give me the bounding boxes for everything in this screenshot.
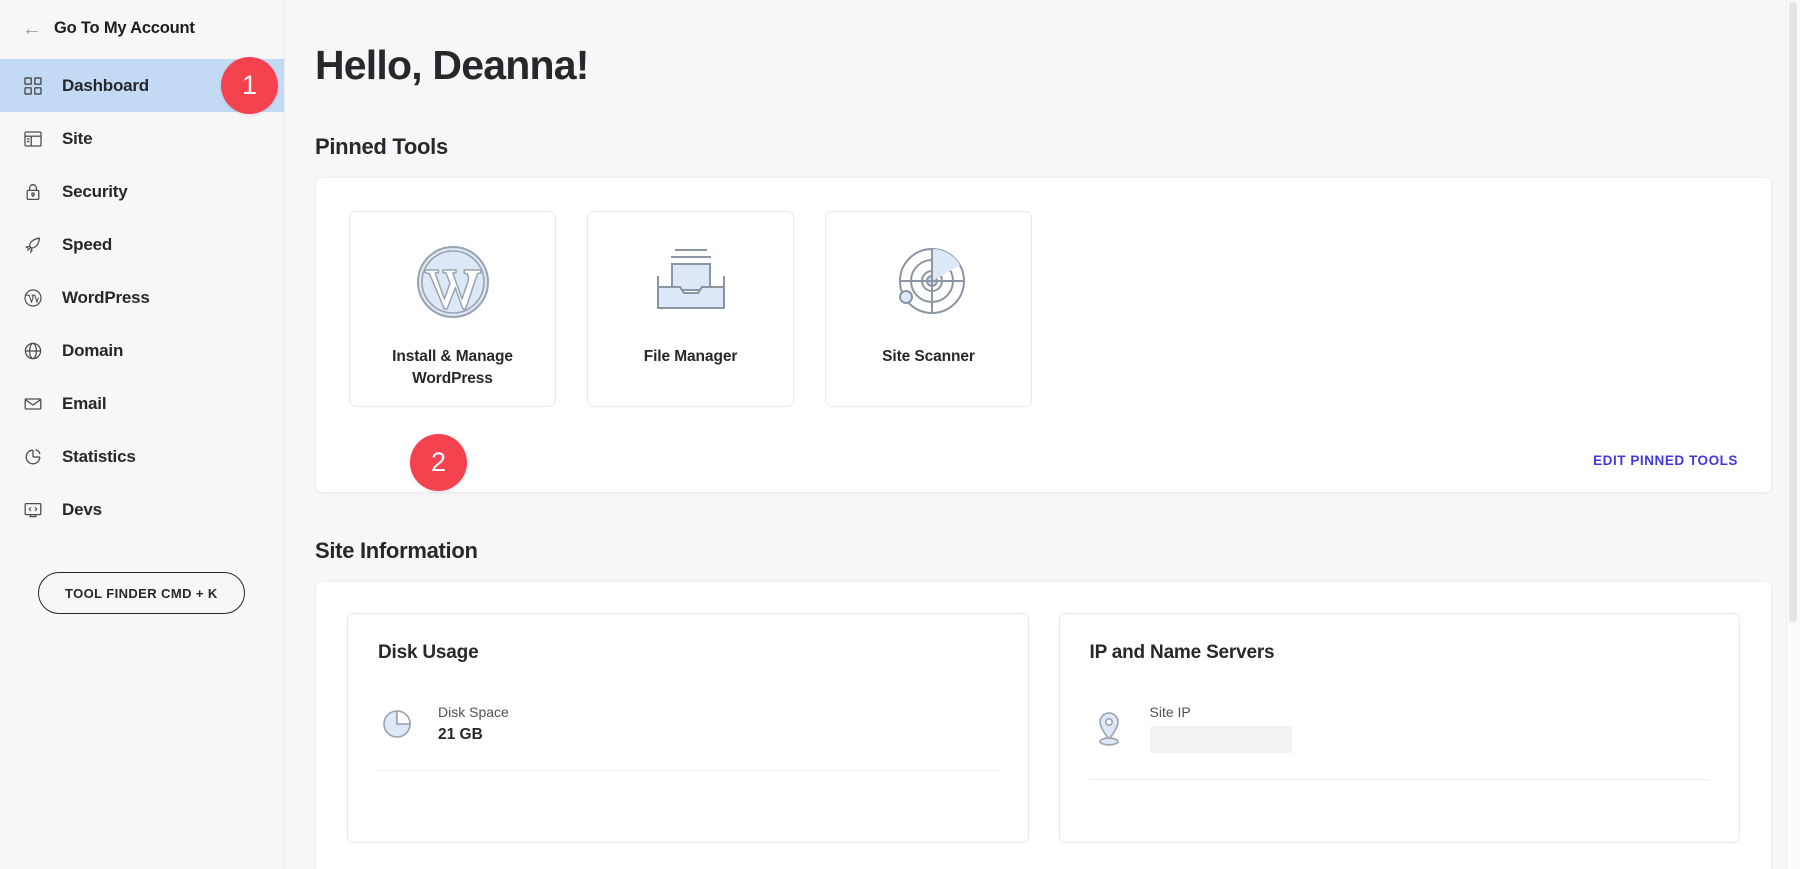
sidebar-item-statistics[interactable]: Statistics — [0, 430, 284, 483]
sidebar-item-label: Security — [62, 182, 128, 202]
go-to-my-account-label: Go To My Account — [54, 19, 195, 38]
envelope-icon — [22, 393, 44, 415]
page-title: Hello, Deanna! — [315, 0, 1772, 89]
site-ip-value — [1150, 726, 1292, 753]
sidebar-item-label: Site — [62, 129, 92, 149]
tool-card-label: Install & Manage WordPress — [378, 346, 528, 391]
sidebar-item-label: WordPress — [62, 288, 150, 308]
sidebar-item-security[interactable]: Security — [0, 165, 284, 218]
rocket-icon — [22, 234, 44, 256]
ip-name-servers-heading: IP and Name Servers — [1090, 642, 1710, 664]
lock-icon — [22, 181, 44, 203]
site-ip-row: Site IP — [1090, 704, 1710, 779]
annotation-badge-2: 2 — [410, 434, 467, 491]
app-root: ← Go To My Account Dashboard — [0, 0, 1800, 869]
tool-card-label: File Manager — [616, 346, 766, 368]
site-information-panel: Disk Usage Disk Space 21 GB — [315, 581, 1772, 869]
disk-usage-card: Disk Usage Disk Space 21 GB — [347, 613, 1029, 843]
sidebar-item-speed[interactable]: Speed — [0, 218, 284, 271]
tool-card-site-scanner[interactable]: Site Scanner — [825, 211, 1032, 407]
grid-icon — [22, 75, 44, 97]
sidebar-item-label: Devs — [62, 500, 102, 520]
code-icon — [22, 499, 44, 521]
ip-name-servers-divider — [1090, 779, 1710, 780]
pinned-tools-panel: Install & Manage WordPress — [315, 177, 1772, 493]
site-ip-text: Site IP — [1150, 704, 1292, 753]
sidebar-item-wordpress[interactable]: WordPress — [0, 271, 284, 324]
edit-pinned-tools-link[interactable]: EDIT PINNED TOOLS — [1593, 453, 1738, 468]
ip-name-servers-card: IP and Name Servers Site IP — [1059, 613, 1741, 843]
scrollbar-thumb[interactable] — [1789, 2, 1797, 622]
disk-space-value: 21 GB — [438, 726, 509, 744]
disk-space-label: Disk Space — [438, 704, 509, 720]
sidebar-item-label: Speed — [62, 235, 112, 255]
tool-card-file-manager[interactable]: File Manager — [587, 211, 794, 407]
tool-card-label: Site Scanner — [854, 346, 1004, 368]
edit-pinned-tools-row: EDIT PINNED TOOLS — [349, 453, 1738, 468]
sidebar-item-domain[interactable]: Domain — [0, 324, 284, 377]
sidebar-item-label: Email — [62, 394, 106, 414]
page-scrollbar[interactable] — [1786, 0, 1800, 869]
sidebar-item-email[interactable]: Email — [0, 377, 284, 430]
globe-icon — [22, 340, 44, 362]
disk-usage-heading: Disk Usage — [378, 642, 998, 664]
sidebar-item-label: Domain — [62, 341, 123, 361]
pie-slice-icon — [378, 704, 416, 744]
site-ip-label: Site IP — [1150, 704, 1292, 720]
go-to-my-account-link[interactable]: ← Go To My Account — [0, 0, 284, 57]
browser-icon — [22, 128, 44, 150]
tool-finder-button[interactable]: TOOL FINDER CMD + K — [38, 572, 245, 614]
pinned-tools-title: Pinned Tools — [315, 134, 1772, 160]
main-content: Hello, Deanna! Pinned Tools Install & Ma… — [285, 0, 1800, 869]
sidebar-item-devs[interactable]: Devs — [0, 483, 284, 536]
folder-tray-icon — [646, 234, 736, 330]
site-information-grid: Disk Usage Disk Space 21 GB — [316, 582, 1771, 869]
sidebar-nav: Dashboard Site — [0, 57, 284, 536]
sidebar-item-site[interactable]: Site — [0, 112, 284, 165]
disk-space-text: Disk Space 21 GB — [438, 704, 509, 744]
site-information-title: Site Information — [315, 538, 1772, 564]
sidebar: ← Go To My Account Dashboard — [0, 0, 285, 869]
wordpress-icon — [22, 287, 44, 309]
arrow-left-icon: ← — [22, 19, 42, 39]
map-pin-icon — [1090, 709, 1128, 749]
radar-icon — [886, 234, 972, 330]
sidebar-item-label: Statistics — [62, 447, 136, 467]
pinned-tools-row: Install & Manage WordPress — [349, 211, 1738, 407]
wordpress-logo-icon — [411, 234, 495, 330]
disk-space-row: Disk Space 21 GB — [378, 704, 998, 770]
tool-finder-wrapper: TOOL FINDER CMD + K — [0, 536, 284, 614]
sidebar-item-label: Dashboard — [62, 76, 149, 96]
tool-card-install-manage-wordpress[interactable]: Install & Manage WordPress — [349, 211, 556, 407]
pie-chart-icon — [22, 446, 44, 468]
annotation-badge-1: 1 — [221, 57, 278, 114]
disk-usage-divider — [378, 770, 998, 771]
